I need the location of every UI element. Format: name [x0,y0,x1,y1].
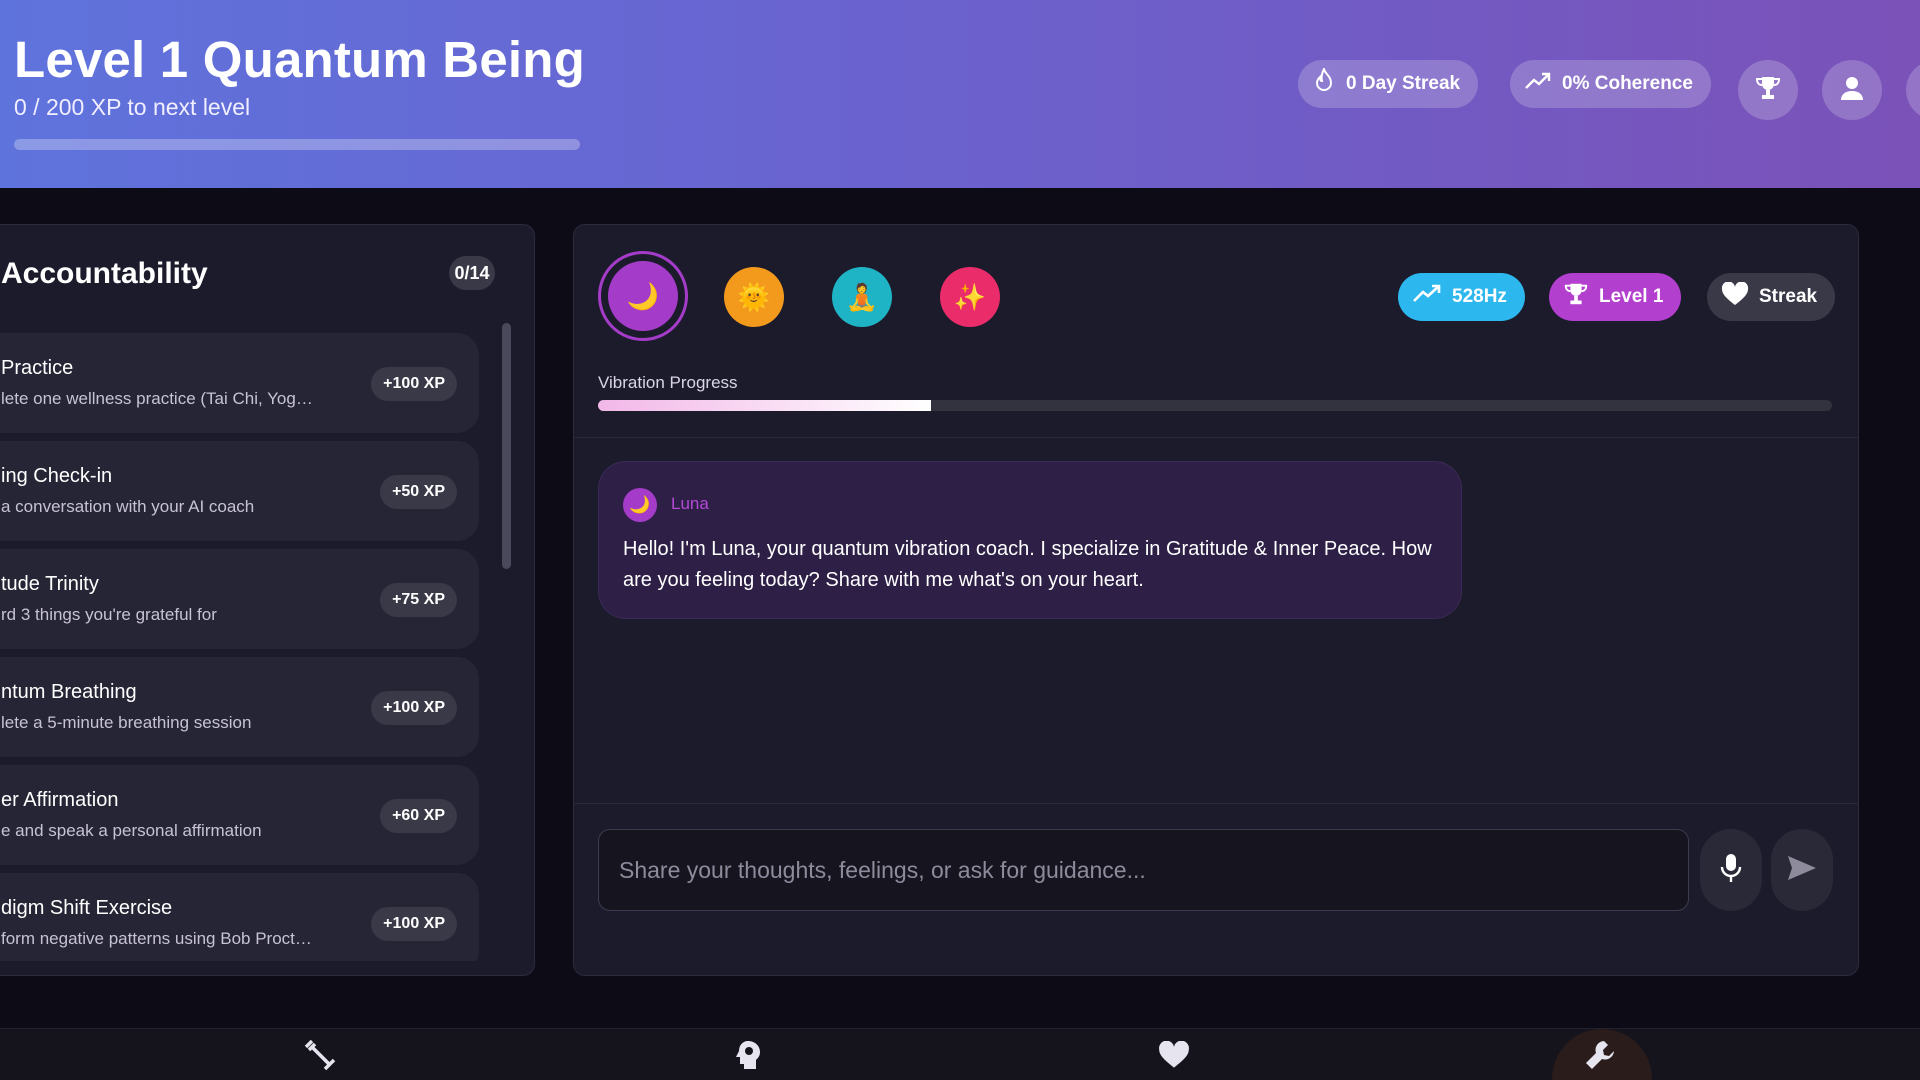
nav-dumbbell[interactable] [300,1039,340,1075]
task-list: Practice lete one wellness practice (Tai… [0,333,481,961]
trophy-icon [1563,281,1589,313]
profile-button[interactable] [1822,60,1882,120]
task-name: ntum Breathing [1,681,137,703]
task-name: Practice [1,357,74,379]
task-name: tude Trinity [1,573,99,595]
sun-icon: 🌞 [737,281,771,312]
coach-sparkle-button[interactable]: ✨ [940,267,1000,327]
heart-icon [1721,281,1749,312]
task-xp-badge: +100 XP [371,367,457,401]
task-item[interactable]: er Affirmation e and speak a personal af… [0,765,479,865]
bottom-nav [0,1028,1920,1080]
nav-heart[interactable] [1154,1039,1194,1075]
xp-subtitle: 0 / 200 XP to next level [14,94,251,120]
nav-brain[interactable] [728,1039,768,1075]
accountability-count: 0/14 [449,256,495,290]
flame-icon [1312,65,1336,100]
xp-progress-bar [14,139,580,150]
streak-stat-badge[interactable]: Streak [1707,273,1836,321]
task-name: er Affirmation [1,789,119,811]
message-text: Hello! I'm Luna, your quantum vibration … [623,538,1432,591]
level-label: Level 1 [1599,286,1664,307]
vibration-progress-fill [598,400,932,411]
chat-panel: 🌙 🌞 🧘 ✨ 528Hz Level 1 Streak Vibration P… [573,224,1859,976]
task-description: rd 3 things you're grateful for [1,605,217,624]
accountability-panel: Accountability 0/14 Practice lete one we… [0,224,535,976]
chat-input[interactable] [598,829,1689,911]
task-name: ing Check-in [1,465,113,487]
task-description: lete one wellness practice (Tai Chi, Yog… [1,389,321,408]
streak-label: 0 Day Streak [1346,73,1461,94]
coach-moon-button[interactable]: 🌙 [608,261,678,331]
wrench-icon [1584,1039,1616,1076]
task-item[interactable]: tude Trinity rd 3 things you're grateful… [0,549,479,649]
coach-meditate-button[interactable]: 🧘 [832,267,892,327]
user-icon [1839,75,1865,106]
trending-up-icon [1524,71,1552,97]
coach-sun-button[interactable]: 🌞 [724,267,784,327]
meditate-icon: 🧘 [845,281,879,312]
divider [574,437,1858,438]
task-xp-badge: +60 XP [380,799,457,833]
coach-message: 🌙 Luna Hello! I'm Luna, your quantum vib… [598,461,1462,619]
task-item[interactable]: Practice lete one wellness practice (Tai… [0,333,479,433]
task-description: lete a 5-minute breathing session [1,713,252,732]
moon-icon: 🌙 [629,495,651,514]
moon-icon: 🌙 [626,280,660,311]
task-item[interactable]: digm Shift Exercise form negative patter… [0,873,479,961]
streak-stat-label: Streak [1759,286,1818,307]
task-description: form negative patterns using Bob Proctor… [1,929,321,948]
page-title: Level 1 Quantum Being [14,31,585,88]
dumbbell-icon [303,1038,337,1077]
trophy-button[interactable] [1738,60,1798,120]
coherence-badge[interactable]: 0% Coherence [1510,60,1711,108]
coach-avatar: 🌙 [623,488,657,522]
accountability-title: Accountability [1,257,208,290]
task-item[interactable]: ing Check-in a conversation with your AI… [0,441,479,541]
frequency-label: 528Hz [1452,286,1507,307]
heart-icon [1158,1040,1190,1074]
streak-badge[interactable]: 0 Day Streak [1298,60,1479,108]
header: Level 1 Quantum Being 0 / 200 XP to next… [0,0,1920,188]
sparkle-icon: ✨ [953,281,987,312]
trending-up-icon [1412,284,1442,310]
microphone-button[interactable] [1700,829,1762,911]
task-description: e and speak a personal affirmation [1,821,262,840]
nav-wrench[interactable] [1580,1039,1620,1075]
task-xp-badge: +50 XP [380,475,457,509]
vibration-progress-label: Vibration Progress [598,373,738,392]
coherence-label: 0% Coherence [1562,73,1693,94]
brain-icon [733,1039,763,1076]
task-list-scrollbar[interactable] [502,323,511,569]
task-xp-badge: +100 XP [371,907,457,941]
task-xp-badge: +100 XP [371,691,457,725]
task-xp-badge: +75 XP [380,583,457,617]
extra-header-button[interactable] [1906,60,1920,120]
level-badge[interactable]: Level 1 [1549,273,1682,321]
vibration-progress-bar [598,400,1832,411]
send-icon [1786,854,1818,887]
send-button[interactable] [1771,829,1833,911]
message-sender: Luna [671,494,709,513]
task-description: a conversation with your AI coach [1,497,255,516]
divider [574,803,1858,804]
microphone-icon [1720,853,1742,888]
task-name: digm Shift Exercise [1,897,173,919]
frequency-badge[interactable]: 528Hz [1398,273,1525,321]
trophy-icon [1754,74,1782,107]
task-item[interactable]: ntum Breathing lete a 5-minute breathing… [0,657,479,757]
